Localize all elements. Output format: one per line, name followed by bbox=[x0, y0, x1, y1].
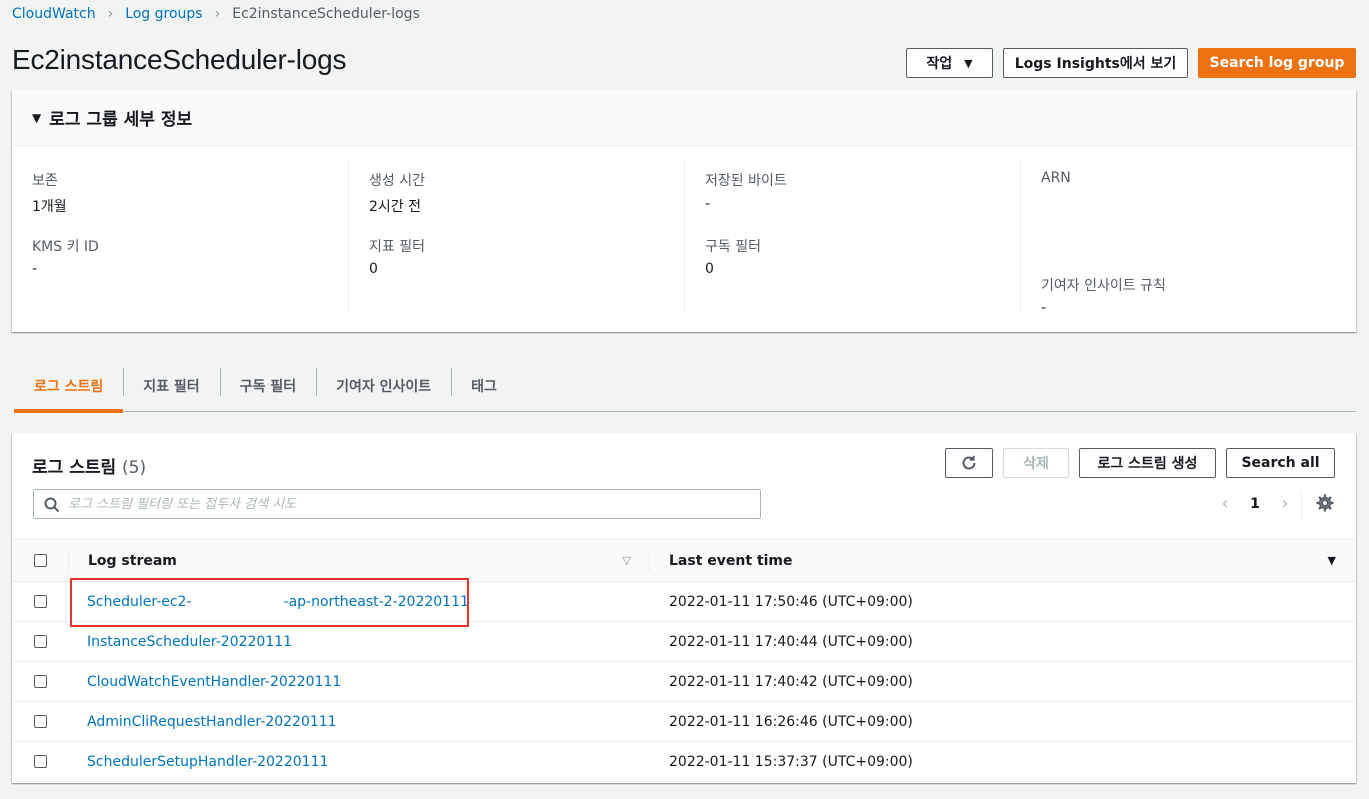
table-row: SchedulerSetupHandler-20220111 2022-01-1… bbox=[12, 741, 1356, 782]
breadcrumb-log-groups[interactable]: Log groups bbox=[125, 6, 202, 22]
tab-metric-filters[interactable]: 지표 필터 bbox=[123, 360, 219, 412]
column-divider bbox=[649, 550, 650, 572]
gear-icon[interactable] bbox=[1316, 494, 1334, 512]
row-checkbox[interactable] bbox=[34, 675, 47, 688]
page-title: Ec2instanceScheduler-logs bbox=[12, 44, 347, 75]
contributor-insights-value: - bbox=[1041, 300, 1047, 316]
details-header[interactable]: ▼ 로그 그룹 세부 정보 bbox=[12, 90, 1356, 146]
row-checkbox[interactable] bbox=[34, 595, 47, 608]
actions-dropdown-button[interactable]: 작업 ▼ bbox=[906, 48, 993, 78]
subscription-filter-label: 구독 필터 bbox=[705, 239, 761, 255]
log-stream-link[interactable]: InstanceScheduler-20220111 bbox=[87, 634, 292, 650]
column-last-event-time-label: Last event time bbox=[669, 552, 793, 569]
tab-tags[interactable]: 태그 bbox=[451, 360, 517, 412]
kms-value: - bbox=[32, 261, 38, 277]
retention-label: 보존 bbox=[32, 173, 58, 189]
breadcrumb-current: Ec2instanceScheduler-logs bbox=[232, 6, 420, 22]
created-label: 생성 시간 bbox=[369, 173, 425, 189]
details-column-4: ARN 기여자 인사이트 규칙 - bbox=[1020, 160, 1356, 316]
delete-label: 삭제 bbox=[1023, 456, 1049, 472]
logs-insights-button[interactable]: Logs Insights에서 보기 bbox=[1003, 48, 1188, 78]
last-event-time: 2022-01-11 17:50:46 (UTC+09:00) bbox=[649, 581, 1356, 622]
table-row: AdminCliRequestHandler-20220111 2022-01-… bbox=[12, 701, 1356, 742]
metric-filter-label: 지표 필터 bbox=[369, 239, 425, 255]
column-log-stream[interactable]: Log stream ▽ bbox=[68, 539, 649, 582]
logs-insights-label: Logs Insights에서 보기 bbox=[1014, 56, 1177, 72]
search-all-button[interactable]: Search all bbox=[1226, 448, 1335, 478]
stored-bytes-value: - bbox=[705, 196, 711, 212]
sort-desc-icon[interactable]: ▼ bbox=[1328, 554, 1336, 567]
sort-icon[interactable]: ▽ bbox=[623, 554, 631, 567]
tab-contributor-insights[interactable]: 기여자 인사이트 bbox=[316, 360, 451, 412]
breadcrumb: CloudWatch › Log groups › Ec2instanceSch… bbox=[12, 4, 420, 24]
tab-subscription-filters[interactable]: 구독 필터 bbox=[219, 360, 316, 412]
search-all-label: Search all bbox=[1241, 455, 1320, 471]
details-column-2: 생성 시간 2시간 전 지표 필터 0 bbox=[348, 160, 684, 312]
delete-button[interactable]: 삭제 bbox=[1003, 448, 1069, 478]
log-streams-count: (5) bbox=[122, 458, 147, 478]
log-stream-search-input[interactable] bbox=[68, 496, 760, 512]
chevron-right-icon: › bbox=[107, 6, 114, 22]
tab-bar: 로그 스트림 지표 필터 구독 필터 기여자 인사이트 태그 bbox=[14, 360, 1356, 413]
row-checkbox[interactable] bbox=[34, 635, 47, 648]
last-event-time: 2022-01-11 17:40:44 (UTC+09:00) bbox=[649, 621, 1356, 662]
refresh-icon bbox=[962, 455, 976, 470]
retention-value: 1개월 bbox=[32, 199, 67, 215]
stored-bytes-label: 저장된 바이트 bbox=[705, 173, 787, 189]
log-stream-link[interactable]: SchedulerSetupHandler-20220111 bbox=[87, 754, 328, 770]
log-stream-search[interactable] bbox=[33, 489, 761, 519]
details-title: 로그 그룹 세부 정보 bbox=[49, 110, 193, 130]
contributor-insights-label: 기여자 인사이트 규칙 bbox=[1041, 278, 1166, 294]
last-event-time: 2022-01-11 15:37:37 (UTC+09:00) bbox=[649, 741, 1356, 782]
highlight-box bbox=[70, 578, 469, 627]
caret-down-icon: ▼ bbox=[964, 56, 973, 70]
tab-log-streams[interactable]: 로그 스트림 bbox=[14, 360, 124, 413]
page-number[interactable]: 1 bbox=[1240, 496, 1270, 512]
table-header-row: Log stream ▽ Last event time ▼ bbox=[12, 539, 1356, 582]
create-log-stream-button[interactable]: 로그 스트림 생성 bbox=[1079, 448, 1216, 478]
actions-label: 작업 bbox=[926, 56, 953, 72]
breadcrumb-cloudwatch[interactable]: CloudWatch bbox=[12, 6, 96, 22]
kms-label: KMS 키 ID bbox=[32, 239, 99, 255]
search-log-group-button[interactable]: Search log group bbox=[1198, 48, 1356, 78]
row-checkbox[interactable] bbox=[34, 715, 47, 728]
arn-label: ARN bbox=[1041, 170, 1071, 186]
details-body: 보존 1개월 KMS 키 ID - 생성 시간 2시간 전 지표 필터 0 저장… bbox=[12, 146, 1356, 332]
caret-down-icon[interactable]: ▼ bbox=[32, 111, 41, 125]
log-streams-table: Log stream ▽ Last event time ▼ Scheduler… bbox=[12, 539, 1356, 782]
details-column-3: 저장된 바이트 - 구독 필터 0 bbox=[684, 160, 1020, 312]
log-stream-link[interactable]: CloudWatchEventHandler-20220111 bbox=[87, 674, 341, 690]
select-all-checkbox[interactable] bbox=[34, 554, 47, 567]
chevron-right-icon: › bbox=[214, 6, 221, 22]
row-checkbox[interactable] bbox=[34, 755, 47, 768]
create-log-stream-label: 로그 스트림 생성 bbox=[1097, 456, 1198, 472]
search-icon bbox=[44, 497, 60, 513]
created-value: 2시간 전 bbox=[369, 199, 421, 215]
pager-divider bbox=[1301, 491, 1302, 519]
log-streams-title: 로그 스트림 (5) bbox=[32, 453, 146, 478]
table-row: CloudWatchEventHandler-20220111 2022-01-… bbox=[12, 661, 1356, 702]
log-stream-link[interactable]: AdminCliRequestHandler-20220111 bbox=[87, 714, 337, 730]
search-log-group-label: Search log group bbox=[1209, 55, 1345, 71]
refresh-button[interactable] bbox=[945, 448, 993, 478]
chevron-left-icon[interactable]: ‹ bbox=[1210, 493, 1240, 514]
log-streams-title-text: 로그 스트림 bbox=[32, 458, 117, 478]
subscription-filter-value: 0 bbox=[705, 261, 714, 277]
table-row: InstanceScheduler-20220111 2022-01-11 17… bbox=[12, 621, 1356, 662]
log-group-details-panel: ▼ 로그 그룹 세부 정보 보존 1개월 KMS 키 ID - 생성 시간 2시… bbox=[12, 90, 1356, 332]
details-column-1: 보존 1개월 KMS 키 ID - bbox=[12, 160, 348, 312]
column-last-event-time[interactable]: Last event time ▼ bbox=[649, 539, 1356, 582]
chevron-right-icon[interactable]: › bbox=[1270, 493, 1300, 514]
last-event-time: 2022-01-11 17:40:42 (UTC+09:00) bbox=[649, 661, 1356, 702]
column-log-stream-label: Log stream bbox=[88, 552, 177, 569]
last-event-time: 2022-01-11 16:26:46 (UTC+09:00) bbox=[649, 701, 1356, 742]
pagination: ‹ 1 › bbox=[1210, 493, 1300, 514]
column-divider bbox=[68, 550, 69, 572]
metric-filter-value: 0 bbox=[369, 261, 378, 277]
